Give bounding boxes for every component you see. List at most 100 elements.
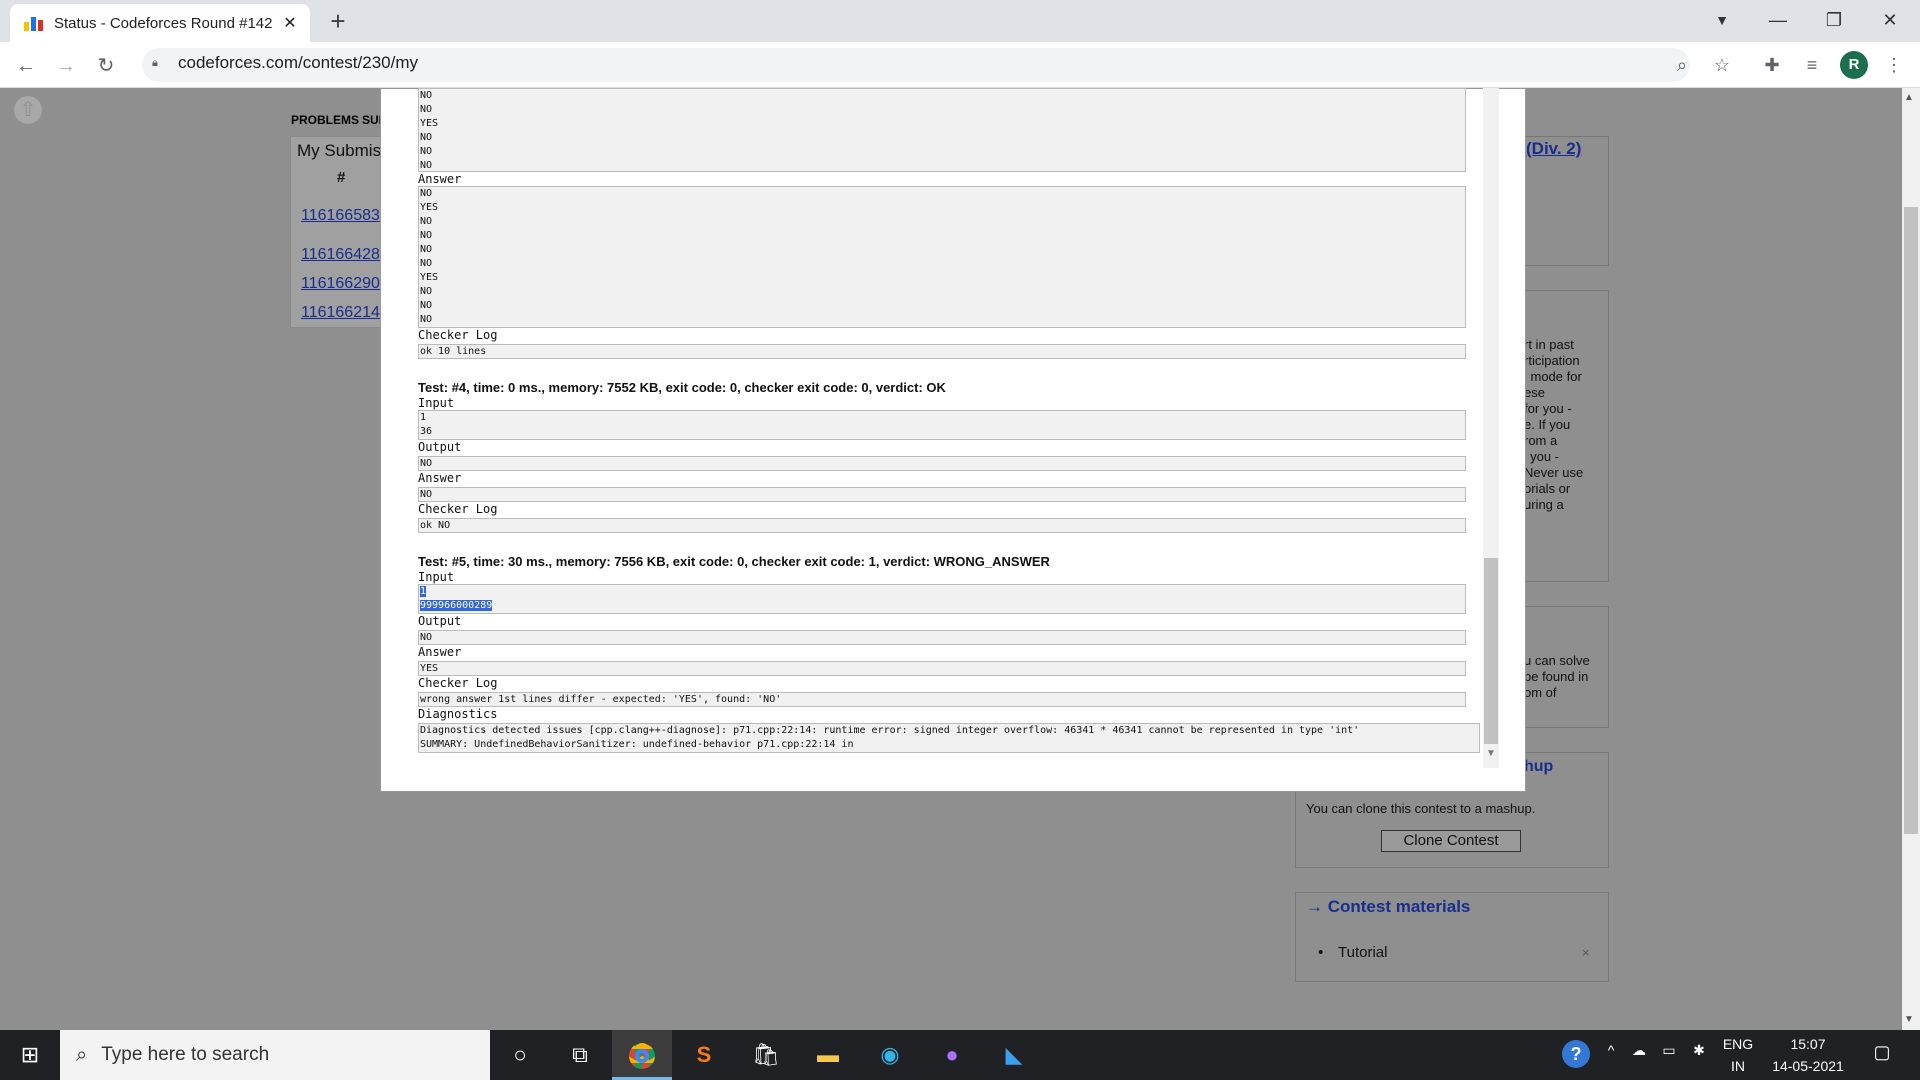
virtual-text-line: Never use xyxy=(1524,465,1584,480)
url-text[interactable]: codeforces.com/contest/230/my xyxy=(178,53,418,73)
vscode-icon[interactable]: ◣ xyxy=(984,1030,1044,1080)
input-line: 36 xyxy=(420,426,433,437)
modal-scrollbar-thumb[interactable] xyxy=(1484,558,1498,744)
help-icon[interactable]: ? xyxy=(1562,1040,1590,1068)
test3-answer-label: Answer xyxy=(418,172,462,186)
test5-diagnostics-label: Diagnostics xyxy=(418,707,498,721)
remove-icon[interactable]: × xyxy=(1582,945,1590,961)
submission-link[interactable]: 116166583 xyxy=(301,207,380,225)
practice-text-line: om of xyxy=(1524,685,1557,700)
maximize-button[interactable]: ❐ xyxy=(1806,0,1862,42)
chrome-taskbar-icon[interactable] xyxy=(612,1030,672,1080)
answer-line: NO xyxy=(420,244,433,255)
virtual-text-line: for you - xyxy=(1524,401,1572,416)
materials-bullet-icon: • xyxy=(1318,944,1324,961)
page-scrollbar-thumb[interactable] xyxy=(1904,207,1918,834)
answer-line: NO xyxy=(420,286,433,297)
region-indicator[interactable]: IN xyxy=(1718,1058,1758,1074)
zoom-icon[interactable]: ⌕ xyxy=(1668,52,1696,78)
test5-input-label: Input xyxy=(418,570,455,584)
virtual-participation-text: rt in past rticipation l mode for ese for yo… xyxy=(1524,337,1583,513)
virtual-text-line: rom a xyxy=(1524,433,1558,448)
battery-icon[interactable]: ▭ xyxy=(1658,1042,1680,1059)
notification-icon[interactable]: ▢ xyxy=(1868,1042,1896,1063)
browser-menu-icon[interactable]: ⋮ xyxy=(1880,52,1908,78)
submission-link[interactable]: 116166214 xyxy=(301,304,380,322)
onedrive-icon[interactable]: ☁︎ xyxy=(1628,1042,1650,1059)
windows-start-icon[interactable]: ⊞ xyxy=(0,1030,60,1080)
task-view-icon[interactable]: ⧉ xyxy=(550,1030,610,1080)
scroll-top-icon[interactable]: ⇧ xyxy=(14,96,42,124)
checker-line: wrong answer 1st lines differ - expected… xyxy=(420,694,782,705)
test5-input-box[interactable]: 1 999966000289 xyxy=(418,584,1466,614)
reload-icon[interactable]: ↻ xyxy=(90,50,122,82)
language-indicator[interactable]: ENG xyxy=(1718,1036,1758,1052)
submission-link[interactable]: 116166428 xyxy=(301,246,380,264)
practice-text-line: be found in xyxy=(1524,669,1589,684)
output-line: NO xyxy=(420,132,433,143)
test4-output-label: Output xyxy=(418,440,462,454)
test4-output-box: NO xyxy=(418,456,1466,471)
answer-line: NO xyxy=(420,188,433,199)
cortana-icon[interactable]: ○ xyxy=(490,1030,550,1080)
browser-tab[interactable]: Status - Codeforces Round #142 ✕ xyxy=(10,4,310,42)
selected-input-line: 999966000289 xyxy=(420,600,493,611)
output-line: NO xyxy=(420,160,433,171)
answer-line: NO xyxy=(420,230,433,241)
modal-scroll-down-icon[interactable]: ▼ xyxy=(1484,748,1498,762)
test5-checker-label: Checker Log xyxy=(418,676,498,690)
tab-close-icon[interactable]: ✕ xyxy=(280,13,300,33)
clock-date[interactable]: 14-05-2021 xyxy=(1768,1058,1848,1074)
search-placeholder: Type here to search xyxy=(101,1044,270,1065)
scroll-down-icon[interactable]: ▼ xyxy=(1904,1014,1914,1025)
answer-line: NO xyxy=(420,258,433,269)
test3-answer-box: NO YES NO NO NO NO YES NO NO NO xyxy=(418,186,1466,328)
clone-contest-button[interactable]: Clone Contest xyxy=(1381,830,1521,852)
practice-text-line: u can solve xyxy=(1524,653,1590,668)
file-explorer-icon[interactable]: ▬ xyxy=(798,1030,858,1080)
answer-line: NO xyxy=(420,216,433,227)
test5-checker-box: wrong answer 1st lines differ - expected… xyxy=(418,692,1466,707)
submission-link[interactable]: 116166290 xyxy=(301,275,380,293)
edge-icon[interactable]: ◉ xyxy=(860,1030,920,1080)
profile-avatar[interactable]: R xyxy=(1840,51,1868,79)
back-arrow-icon[interactable]: ← xyxy=(10,50,42,82)
network-icon[interactable]: ✱ xyxy=(1688,1042,1710,1059)
reading-list-icon[interactable]: ≡ xyxy=(1798,52,1826,78)
test4-checker-label: Checker Log xyxy=(418,502,498,516)
answer-line: YES xyxy=(420,272,439,283)
tutorial-link[interactable]: Tutorial xyxy=(1338,945,1387,961)
virtual-text-line: ese xyxy=(1524,385,1545,400)
tab-title: Status - Codeforces Round #142 xyxy=(54,14,273,32)
my-submissions-header: My Submis xyxy=(297,141,382,160)
output-line: NO xyxy=(420,146,433,157)
contest-title-link[interactable]: (Div. 2) xyxy=(1526,140,1581,157)
search-icon: ⌕ xyxy=(76,1043,88,1066)
sublime-text-icon[interactable]: S xyxy=(674,1030,734,1080)
close-window-button[interactable]: ✕ xyxy=(1862,0,1918,42)
clock-time[interactable]: 15:07 xyxy=(1768,1036,1848,1052)
mashup-title: hup xyxy=(1524,758,1554,775)
scroll-up-icon[interactable]: ▲ xyxy=(1904,92,1914,103)
tab-search-icon[interactable]: ▼ xyxy=(1694,0,1750,42)
test5-title: Test: #5, time: 30 ms., memory: 7556 KB,… xyxy=(418,554,1050,569)
test4-input-label: Input xyxy=(418,396,455,410)
extensions-puzzle-icon[interactable]: ✚ xyxy=(1758,52,1786,78)
new-tab-button[interactable]: + xyxy=(322,6,354,38)
answer-line: NO xyxy=(420,300,433,311)
minimize-button[interactable]: — xyxy=(1750,0,1806,42)
bookmark-star-icon[interactable]: ☆ xyxy=(1708,52,1736,78)
output-line: NO xyxy=(420,90,433,101)
answer-line: NO xyxy=(420,489,433,500)
github-desktop-icon[interactable]: ● xyxy=(922,1030,982,1080)
menu-problems[interactable]: PROBLEMS xyxy=(291,113,359,127)
mashup-text: You can clone this contest to a mashup. xyxy=(1306,801,1536,816)
test4-input-box: 1 36 xyxy=(418,410,1466,440)
store-icon[interactable]: 🛍︎ xyxy=(736,1030,796,1080)
taskbar-search-box[interactable]: ⌕ Type here to search xyxy=(60,1030,490,1080)
tray-chevron-icon[interactable]: ^ xyxy=(1600,1042,1622,1058)
diagnostics-line: SUMMARY: UndefinedBehaviorSanitizer: und… xyxy=(420,739,854,750)
lock-icon[interactable]: 🔒︎ xyxy=(152,57,164,71)
answer-line: NO xyxy=(420,314,433,325)
forward-arrow-icon[interactable]: → xyxy=(50,50,82,82)
